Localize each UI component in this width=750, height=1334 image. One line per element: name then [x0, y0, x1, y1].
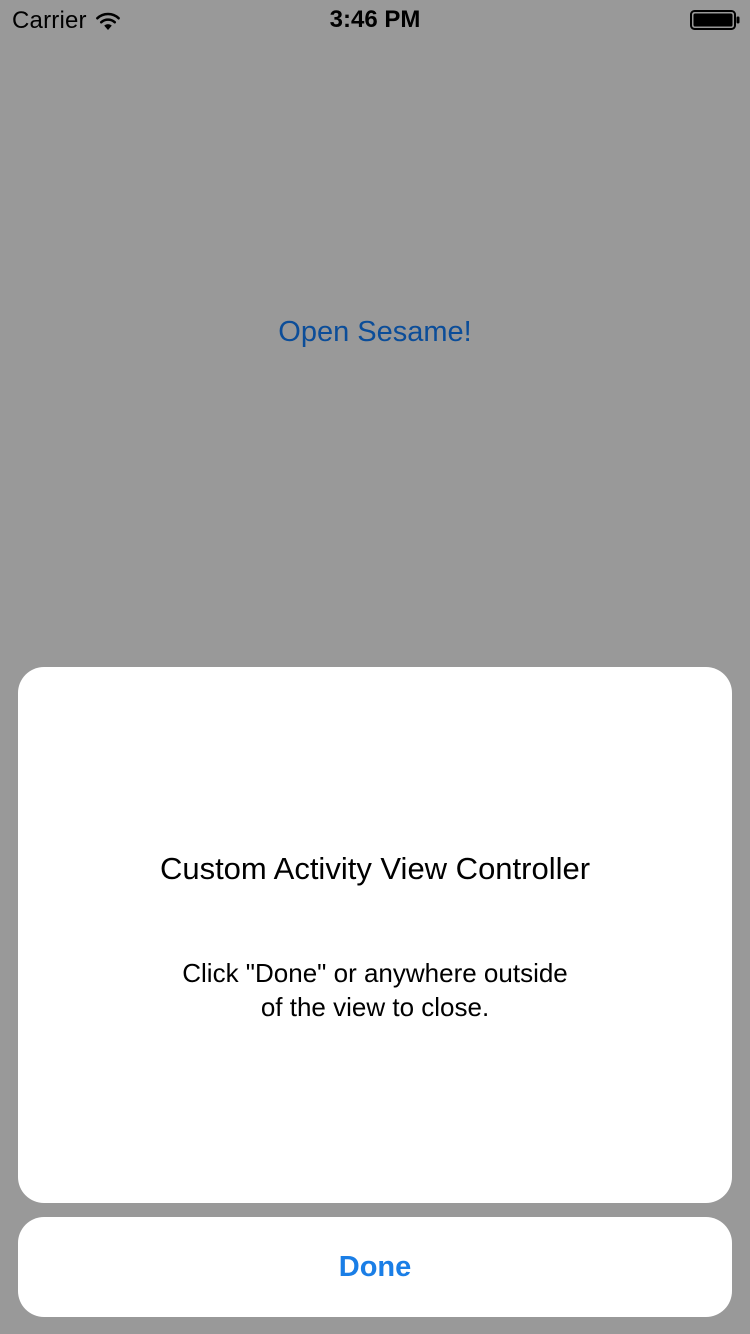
done-button[interactable]: Done [18, 1217, 732, 1317]
battery-full-icon [690, 10, 740, 30]
activity-sheet-card: Custom Activity View Controller Click "D… [18, 667, 732, 1203]
sheet-title: Custom Activity View Controller [159, 851, 591, 886]
sheet-message-line-1: Click "Done" or anywhere outside [182, 958, 568, 988]
status-time: 3:46 PM [329, 6, 421, 33]
open-sesame-button[interactable]: Open Sesame! [0, 316, 750, 349]
status-bar: Carrier 3:46 PM [0, 0, 750, 40]
done-button-label: Done [338, 1250, 412, 1283]
sheet-message-line-2: of the view to close. [260, 992, 490, 1022]
sheet-message: Click "Done" or anywhere outside of the … [125, 956, 625, 1024]
